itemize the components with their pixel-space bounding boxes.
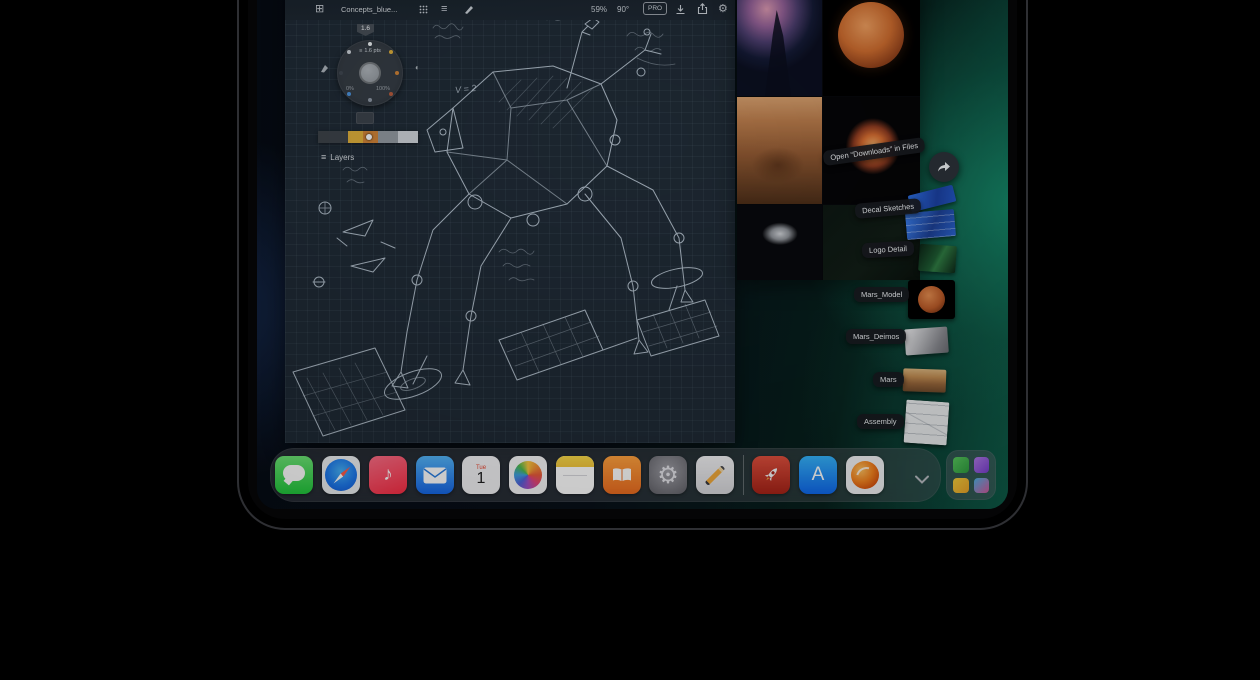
drop-hint-pill[interactable]: Open “Downloads” in Files [822, 137, 925, 166]
drag-label-mars[interactable]: Mars [873, 372, 904, 387]
dock-collapse-chevron-icon[interactable] [914, 471, 930, 480]
orange-globe-glyph [851, 461, 879, 489]
drag-label-mars-model[interactable]: Mars_Model [854, 287, 909, 302]
dock-divider [743, 455, 744, 495]
notes-app-icon[interactable] [556, 456, 594, 494]
app-library-mini-yellow [953, 478, 969, 494]
settings-app-icon[interactable]: ⚙ [649, 456, 687, 494]
sketch-pencil-app-icon[interactable] [696, 456, 734, 494]
drag-layer: Open “Downloads” in Files Decal Sketches… [257, 0, 1008, 509]
drag-label-mars-deimos[interactable]: Mars_Deimos [846, 329, 906, 344]
rocket-glyph [760, 464, 782, 486]
drag-thumb-mars-deimos[interactable] [904, 327, 949, 356]
flower-glyph [514, 461, 542, 489]
dock: ♪ Tue 1 [270, 448, 941, 502]
safari-app-icon[interactable] [322, 456, 360, 494]
drag-forward-badge [929, 152, 959, 182]
books-app-icon[interactable] [603, 456, 641, 494]
drag-label-logo-detail[interactable]: Logo Detail [862, 241, 915, 259]
rocket-app-icon[interactable] [752, 456, 790, 494]
calendar-day: 1 [477, 471, 486, 488]
stage: V = 2 ⊞ Concepts_blue... ≡ [0, 0, 1260, 680]
calendar-app-icon[interactable]: Tue 1 [462, 456, 500, 494]
notes-band-glyph [556, 456, 594, 467]
ipad-device: V = 2 ⊞ Concepts_blue... ≡ [237, 0, 1028, 530]
app-store-app-icon[interactable]: A [799, 456, 837, 494]
photos-app-icon[interactable] [509, 456, 547, 494]
drag-thumb-mars[interactable] [903, 368, 947, 392]
app-library-mini-green [953, 457, 969, 473]
open-book-glyph [611, 467, 633, 483]
drag-thumb-assembly[interactable] [904, 400, 950, 446]
messages-app-icon[interactable] [275, 456, 313, 494]
mail-app-icon[interactable] [416, 456, 454, 494]
notes-line-glyph [563, 475, 587, 476]
gear-glyph: ⚙ [657, 461, 679, 490]
messages-bubble-glyph [283, 465, 305, 481]
drag-thumb-logo-detail[interactable] [918, 244, 957, 274]
app-store-a-glyph: A [812, 464, 825, 486]
ipad-screen: V = 2 ⊞ Concepts_blue... ≡ [257, 0, 1008, 509]
drag-label-assembly[interactable]: Assembly [857, 414, 904, 429]
orange-globe-app-icon[interactable] [846, 456, 884, 494]
app-library-mini-blue [974, 478, 990, 494]
pencil-glyph [705, 465, 726, 486]
music-note-glyph: ♪ [383, 464, 393, 486]
music-app-icon[interactable]: ♪ [369, 456, 407, 494]
app-library-tile[interactable] [946, 450, 996, 500]
envelope-glyph [423, 467, 447, 484]
forward-arrow-icon [937, 161, 951, 173]
drag-thumb-mars-model[interactable] [908, 280, 955, 319]
app-library-mini-purple [974, 457, 990, 473]
